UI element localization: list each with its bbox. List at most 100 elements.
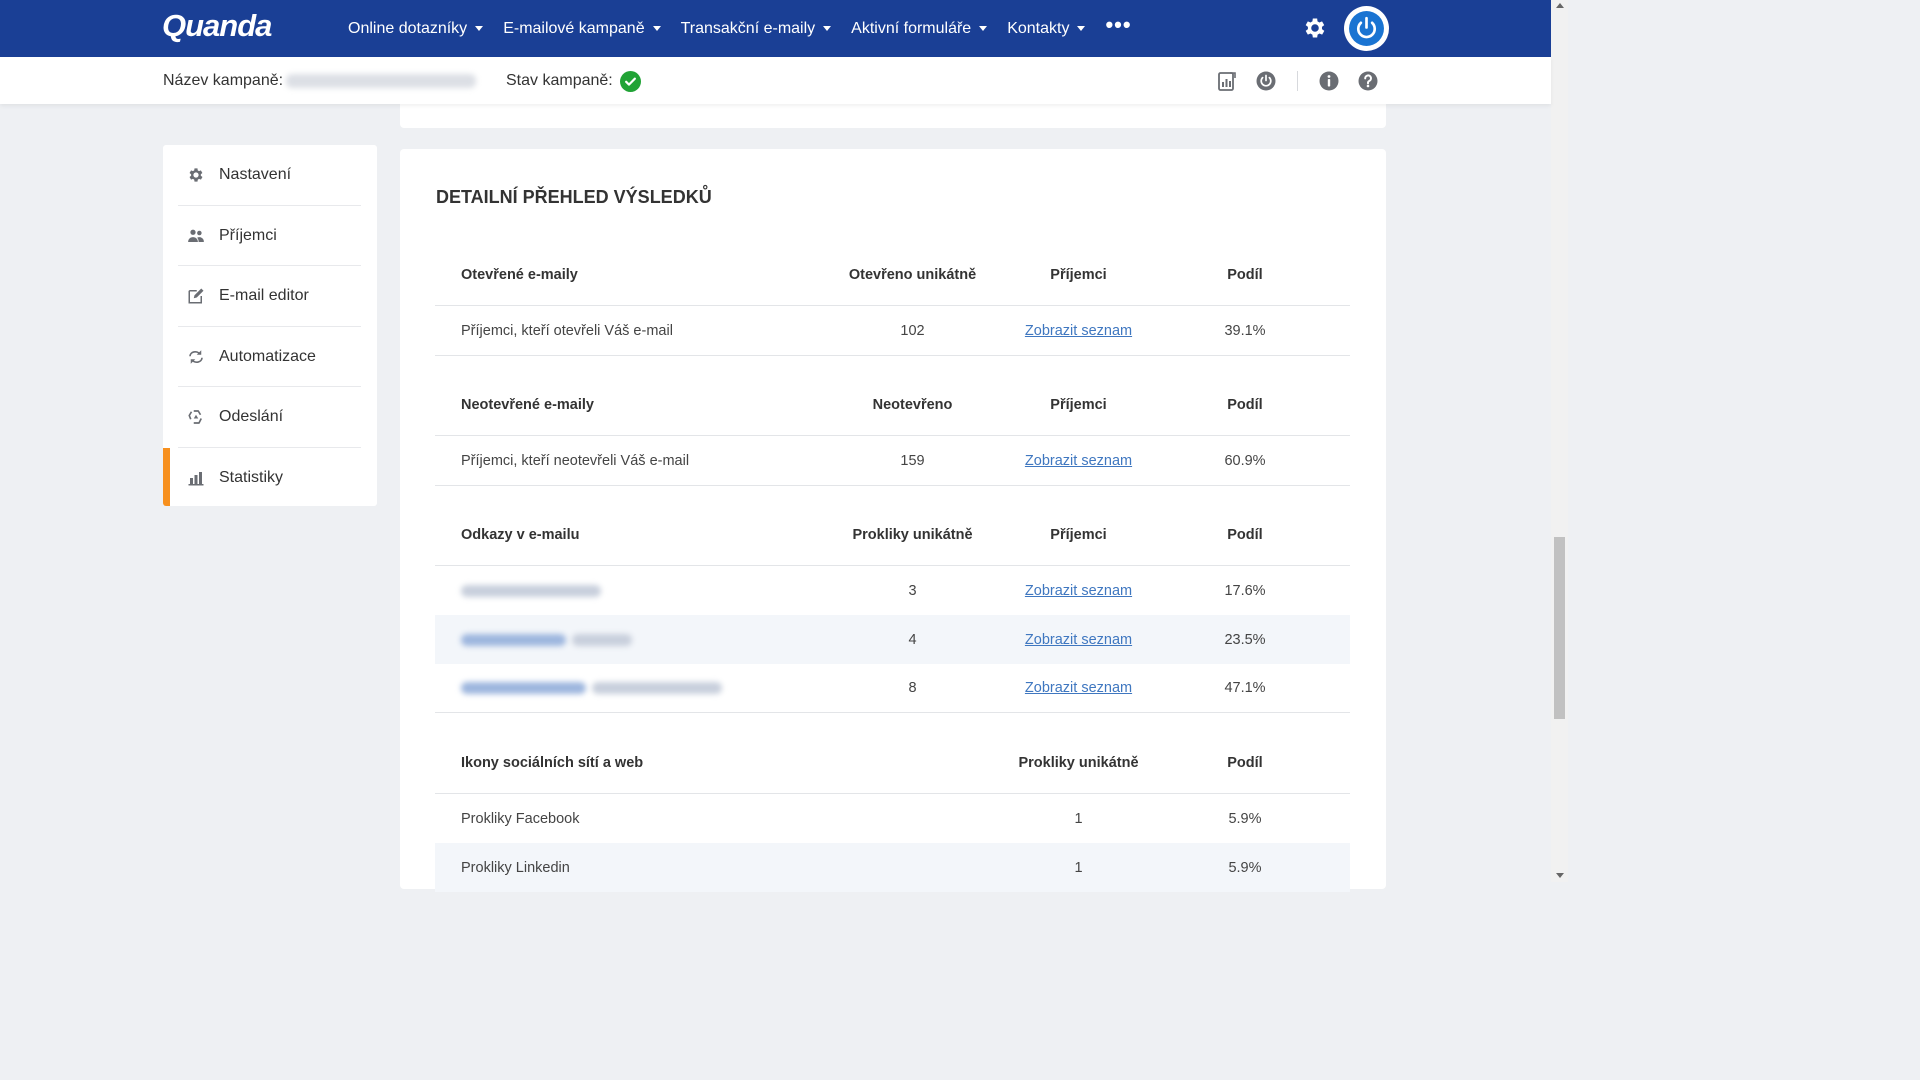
table-row: Příjemci, kteří neotevřeli Váš e-mail 15… [435, 436, 1350, 486]
show-list-link[interactable]: Zobrazit seznam [1025, 632, 1132, 648]
sidebar-item-prijemci[interactable]: Příjemci [163, 206, 377, 266]
caret-down-icon [1077, 26, 1086, 31]
page-scrollbar[interactable] [1551, 0, 1568, 882]
row-share: 23.5% [1224, 631, 1266, 648]
results-card: DETAILNÍ PŘEHLED VÝSLEDKŮ Otevřené e-mai… [400, 149, 1386, 892]
nav-aktivni-formulare[interactable]: Aktivní formuláře [851, 19, 988, 38]
nav-label: Kontakty [1007, 19, 1070, 37]
row-label: Příjemci, kteří neotevřeli Váš e-mail [461, 452, 690, 469]
row-count: 1 [1074, 810, 1083, 827]
sidebar-item-label: E-mail editor [219, 287, 309, 305]
scroll-thumb[interactable] [1554, 537, 1565, 719]
column-header: Prokliky unikátně [1018, 755, 1139, 771]
table-row: 3 Zobrazit seznam 17.6% [435, 566, 1350, 615]
logout-power-button[interactable] [1344, 6, 1389, 51]
recycle-icon [188, 410, 202, 425]
nav-emailove-kampane[interactable]: E-mailové kampaně [503, 20, 661, 38]
caret-down-icon [979, 26, 988, 31]
show-list-link[interactable]: Zobrazit seznam [1025, 583, 1132, 599]
campaign-sidebar: Nastavení Příjemci E-mail editor Automat… [163, 145, 377, 506]
caret-down-icon [475, 26, 484, 31]
nav-label: Aktivní formuláře [851, 19, 972, 37]
column-header: Příjemci [1050, 397, 1107, 413]
nav-label: Online dotazníky [348, 19, 468, 37]
previous-card-bottom [400, 104, 1386, 128]
row-share: 60.9% [1224, 452, 1266, 469]
column-header: Příjemci [1050, 527, 1107, 543]
column-header: Ikony sociálních sítí a web [461, 755, 644, 771]
sidebar-item-email-editor[interactable]: E-mail editor [163, 266, 377, 327]
row-count: 4 [908, 631, 917, 648]
show-list-link[interactable]: Zobrazit seznam [1025, 323, 1132, 339]
sidebar-item-odeslani[interactable]: Odeslání [163, 387, 377, 448]
campaign-info-bar: Název kampaně: Stav kampaně: [0, 57, 1551, 104]
row-count: 102 [900, 322, 925, 339]
sidebar-item-label: Odeslání [219, 408, 284, 426]
table-row: 4 Zobrazit seznam 23.5% [435, 615, 1350, 664]
scroll-down-icon[interactable] [1556, 873, 1564, 878]
link-url-redacted[interactable] [461, 584, 601, 597]
status-check-icon [620, 71, 641, 92]
top-navigation-bar: Quanda Online dotazníky E-mailové kampan… [0, 0, 1551, 57]
table-header-row: Neotevřené e-maily Neotevřeno Příjemci P… [435, 375, 1350, 436]
column-header: Podíl [1227, 527, 1263, 543]
settings-gear-icon[interactable] [1302, 15, 1328, 41]
power-icon [1349, 11, 1384, 46]
table-row: Prokliky Linkedin 1 5.9% [435, 843, 1350, 892]
table-row: Příjemci, kteří otevřeli Váš e-mail 102 … [435, 306, 1350, 356]
row-count: 3 [908, 582, 917, 599]
nav-kontakty[interactable]: Kontakty [1007, 19, 1086, 38]
column-header: Neotevřeno [872, 397, 953, 413]
link-url-redacted[interactable] [461, 682, 586, 694]
column-header: Otevřeno unikátně [848, 267, 977, 283]
scroll-up-icon[interactable] [1556, 3, 1564, 8]
column-header: Podíl [1227, 755, 1263, 771]
sidebar-item-label: Statistiky [219, 468, 284, 486]
sidebar-item-label: Nastavení [219, 166, 292, 184]
row-count: 8 [908, 680, 917, 696]
help-icon[interactable] [1357, 70, 1379, 92]
link-url-redacted[interactable] [461, 633, 566, 646]
sidebar-item-statistiky[interactable]: Statistiky [163, 447, 377, 506]
edit-icon [188, 288, 204, 304]
bar-chart-icon [188, 471, 204, 486]
caret-down-icon [823, 26, 832, 31]
nav-label: Transakční e-maily [680, 19, 816, 37]
quanda-logo[interactable]: Quanda [162, 8, 272, 44]
row-count: 1 [1074, 859, 1083, 876]
row-share: 39.1% [1224, 322, 1266, 339]
gear-icon [189, 168, 203, 182]
show-list-link[interactable]: Zobrazit seznam [1025, 680, 1132, 696]
row-label: Prokliky Linkedin [461, 859, 570, 876]
nav-transakcni-emaily[interactable]: Transakční e-maily [681, 20, 832, 38]
sidebar-item-automatizace[interactable]: Automatizace [163, 327, 377, 387]
sidebar-item-nastaveni[interactable]: Nastavení [163, 145, 377, 206]
column-header: Příjemci [1050, 267, 1107, 283]
refresh-icon [189, 350, 203, 364]
table-row: 8 Zobrazit seznam 47.1% [435, 664, 1350, 713]
row-count: 159 [900, 452, 925, 469]
column-header: Prokliky unikátně [852, 527, 973, 543]
campaign-name-value-redacted [286, 74, 476, 88]
campaign-name-label: Název kampaně: [163, 72, 284, 89]
toolbar-divider [1297, 71, 1298, 91]
info-icon[interactable] [1318, 70, 1340, 92]
row-share: 5.9% [1228, 859, 1262, 876]
table-header-row: Ikony sociálních sítí a web Prokliky uni… [435, 733, 1350, 794]
power-icon[interactable] [1255, 70, 1277, 92]
export-report-icon[interactable] [1216, 70, 1238, 92]
more-menu-icon[interactable]: ••• [1105, 12, 1131, 38]
show-list-link[interactable]: Zobrazit seznam [1025, 453, 1132, 469]
row-share: 17.6% [1224, 582, 1266, 599]
column-header: Odkazy v e-mailu [461, 527, 580, 543]
campaign-status-label: Stav kampaně: [506, 72, 613, 89]
caret-down-icon [652, 26, 661, 31]
link-text-redacted [572, 633, 632, 646]
link-text-redacted [592, 682, 722, 694]
page-title: DETAILNÍ PŘEHLED VÝSLEDKŮ [436, 187, 712, 207]
row-share: 5.9% [1228, 810, 1262, 827]
row-label: Prokliky Facebook [461, 810, 580, 827]
column-header: Neotevřené e-maily [461, 397, 594, 413]
main-nav: Online dotazníky E-mailové kampaně Trans… [348, 0, 1132, 57]
nav-online-dotazniky[interactable]: Online dotazníky [348, 19, 484, 38]
